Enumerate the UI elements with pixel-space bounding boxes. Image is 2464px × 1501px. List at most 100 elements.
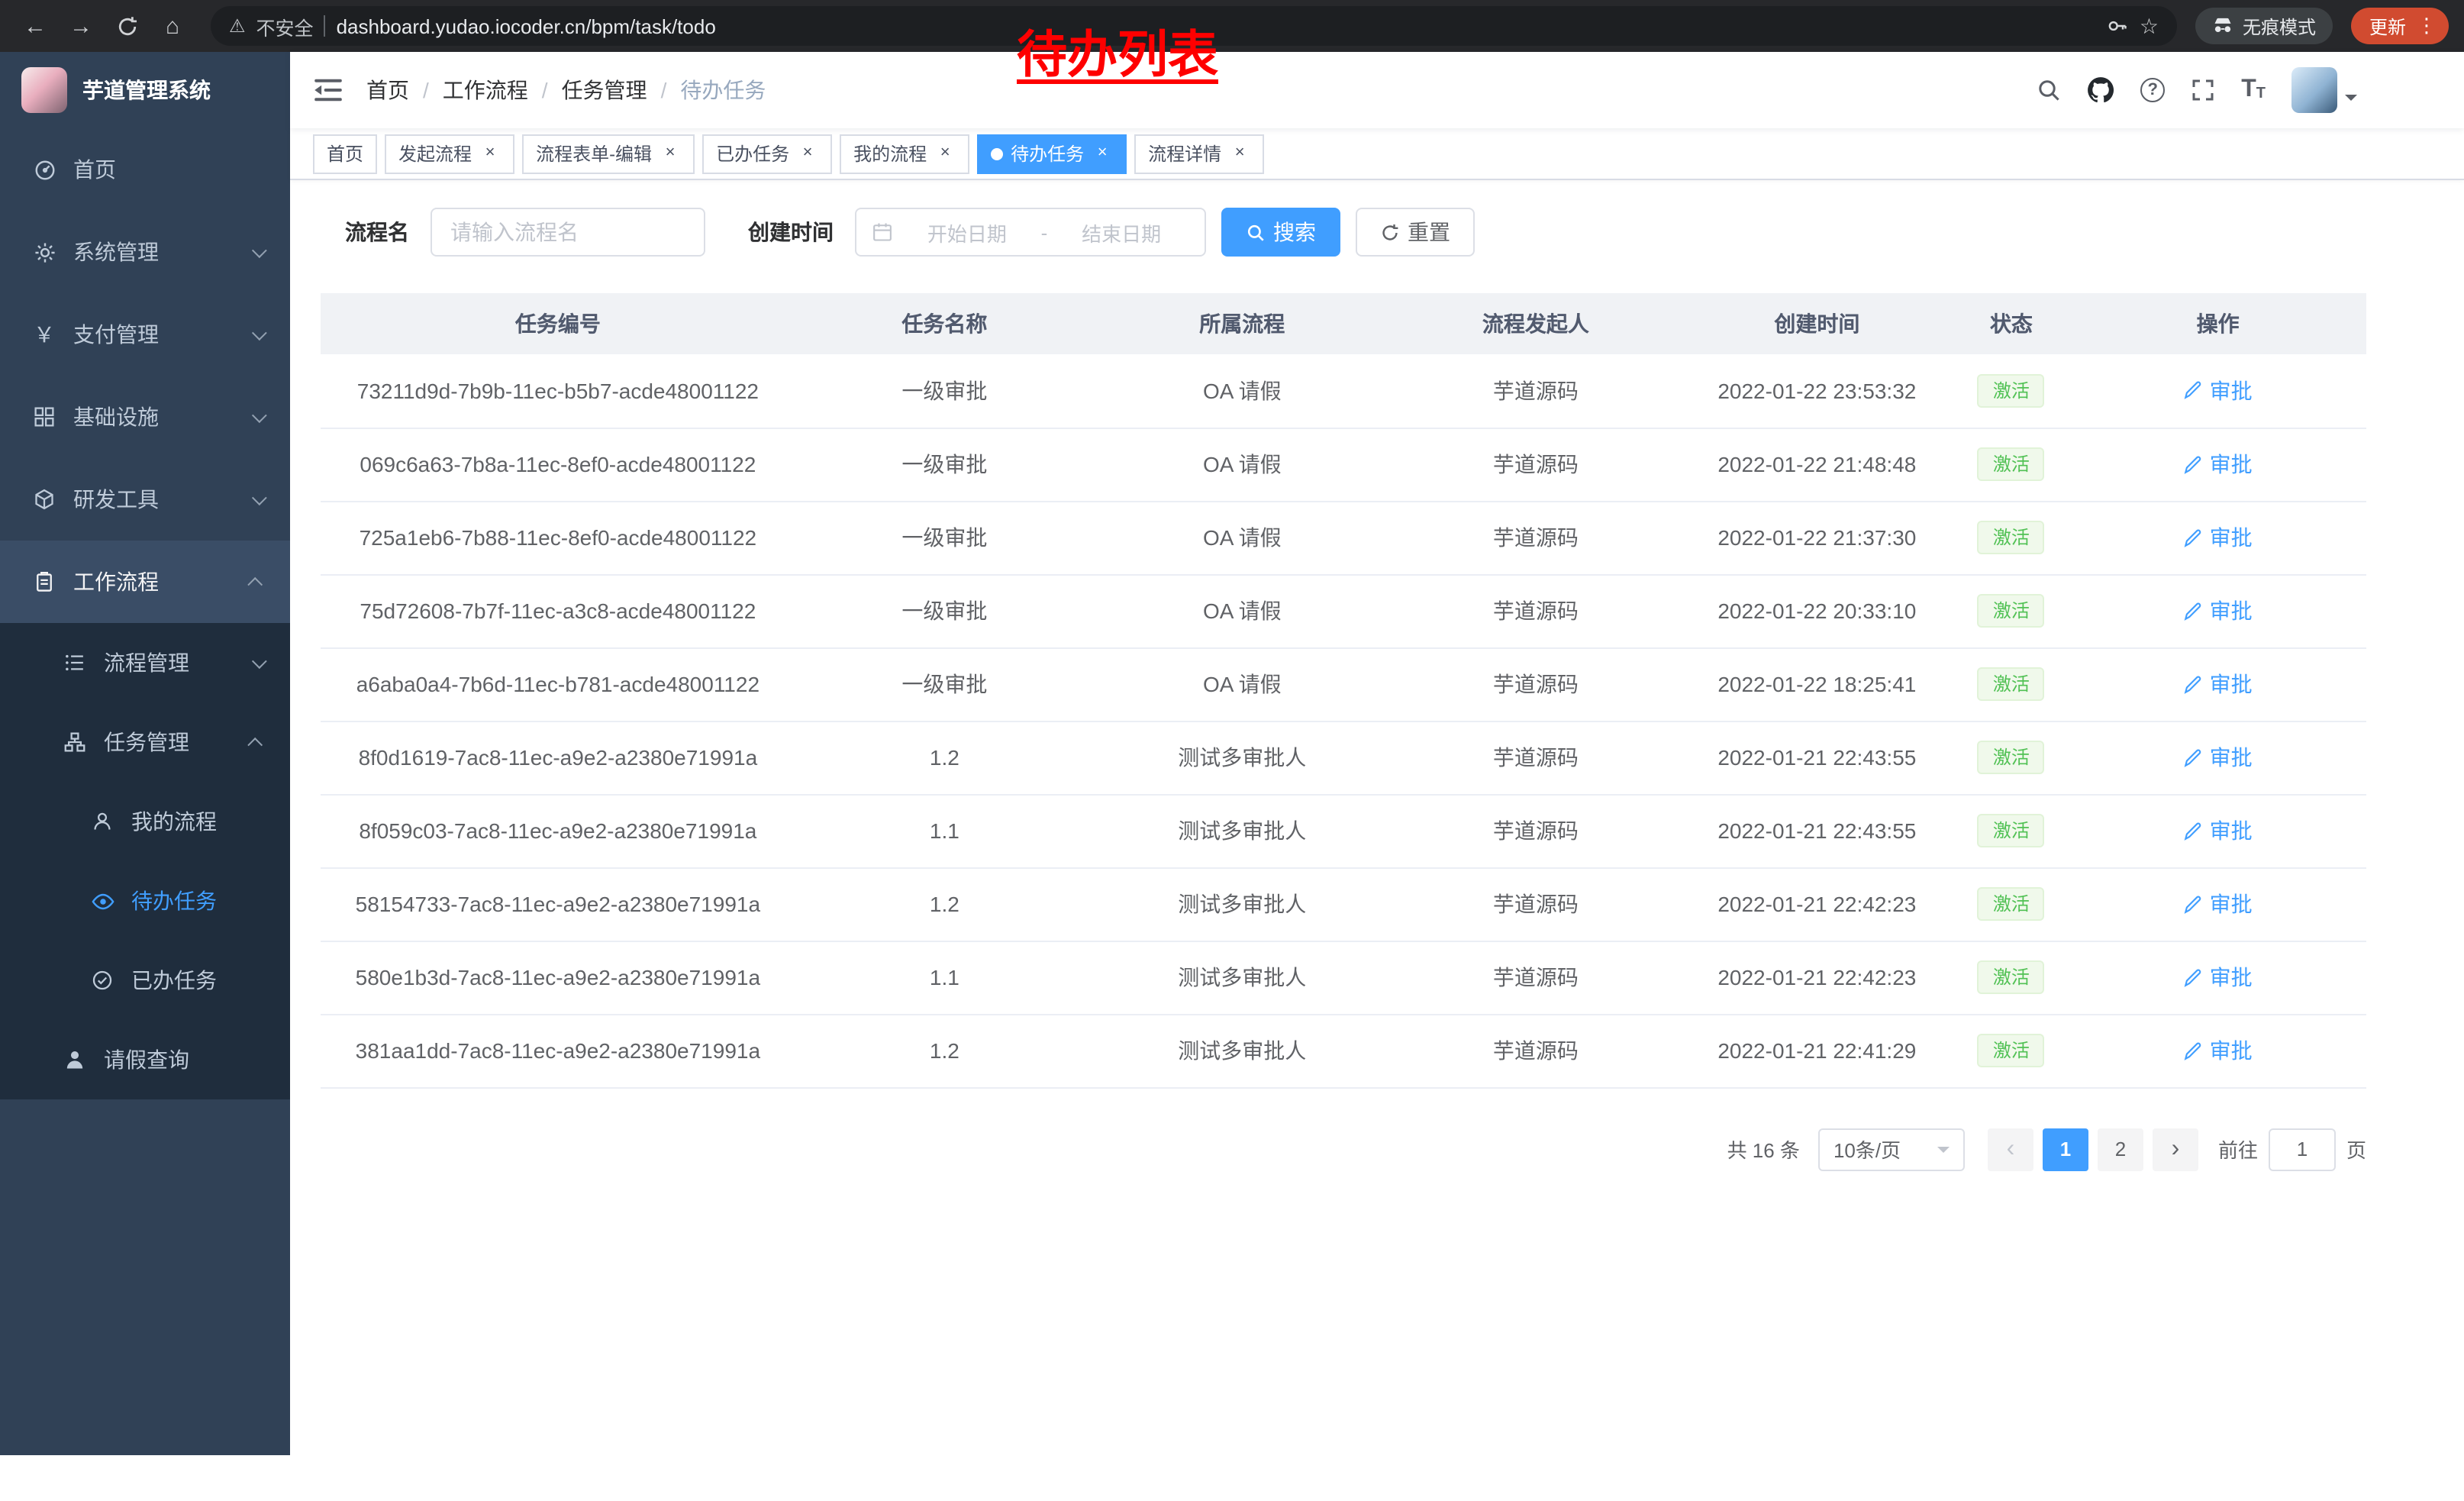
approve-button[interactable]: 审批 xyxy=(2184,449,2253,479)
sidebar-item-my-processes[interactable]: 我的流程 xyxy=(0,782,290,861)
close-icon[interactable]: × xyxy=(1092,143,1113,164)
avatar[interactable] xyxy=(2291,67,2337,113)
key-icon[interactable] xyxy=(2108,15,2129,37)
star-icon[interactable]: ☆ xyxy=(2140,13,2159,39)
sidebar-item-process-management[interactable]: 流程管理 xyxy=(0,623,290,702)
sidebar-item-infrastructure[interactable]: 基础设施 xyxy=(0,376,290,458)
grid-icon xyxy=(31,406,58,428)
approve-button[interactable]: 审批 xyxy=(2184,1035,2253,1066)
search-icon[interactable] xyxy=(2037,78,2061,102)
reset-button[interactable]: 重置 xyxy=(1356,208,1475,257)
tab-done-tasks[interactable]: 已办任务 × xyxy=(702,134,832,173)
create-time-label: 创建时间 xyxy=(748,217,834,247)
page-button-2[interactable]: 2 xyxy=(2098,1128,2143,1170)
forward-button[interactable]: → xyxy=(61,6,101,46)
sidebar-item-leave-query[interactable]: 请假查询 xyxy=(0,1020,290,1099)
menu-dots-icon[interactable]: ⋮ xyxy=(2417,14,2437,38)
breadcrumb-link-workflow[interactable]: 工作流程 xyxy=(443,75,528,105)
close-icon[interactable]: × xyxy=(1229,143,1250,164)
close-icon[interactable]: × xyxy=(479,143,501,164)
sidebar-item-home[interactable]: 首页 xyxy=(0,128,290,211)
task-name-cell: 1.2 xyxy=(795,867,1094,941)
date-range-picker[interactable]: 开始日期 - 结束日期 xyxy=(855,208,1206,257)
page-size-select[interactable]: 10条/页 xyxy=(1818,1128,1965,1170)
process-cell: 测试多审批人 xyxy=(1094,721,1391,794)
task-id-cell: 75d72608-7b7f-11ec-a3c8-acde48001122 xyxy=(321,574,795,647)
sidebar-item-label: 已办任务 xyxy=(131,965,217,996)
app-title: 芋道管理系统 xyxy=(82,75,211,105)
close-icon[interactable]: × xyxy=(797,143,818,164)
reload-button[interactable] xyxy=(107,6,147,46)
close-icon[interactable]: × xyxy=(934,143,956,164)
incognito-icon xyxy=(2212,15,2233,37)
update-button[interactable]: 更新 ⋮ xyxy=(2351,8,2449,44)
process-cell: 测试多审批人 xyxy=(1094,867,1391,941)
tab-home[interactable]: 首页 xyxy=(313,134,377,173)
font-size-icon[interactable]: TT xyxy=(2241,78,2266,102)
status-cell: 激活 xyxy=(1953,647,2070,721)
starter-cell: 芋道源码 xyxy=(1391,941,1682,1014)
close-icon[interactable]: × xyxy=(660,143,681,164)
sidebar-item-devtools[interactable]: 研发工具 xyxy=(0,458,290,541)
approve-button[interactable]: 审批 xyxy=(2184,962,2253,993)
tab-form-edit[interactable]: 流程表单-编辑 × xyxy=(522,134,695,173)
status-cell: 激活 xyxy=(1953,867,2070,941)
starter-cell: 芋道源码 xyxy=(1391,867,1682,941)
user-menu[interactable] xyxy=(2291,67,2357,113)
end-date-input[interactable]: 结束日期 xyxy=(1053,218,1189,247)
process-cell: OA 请假 xyxy=(1094,647,1391,721)
action-cell: 审批 xyxy=(2069,721,2366,794)
sidebar-item-todo-tasks[interactable]: 待办任务 xyxy=(0,861,290,941)
starter-cell: 芋道源码 xyxy=(1391,1014,1682,1087)
sidebar-item-done-tasks[interactable]: 已办任务 xyxy=(0,941,290,1020)
collapse-sidebar-button[interactable] xyxy=(314,78,342,102)
prev-page-button[interactable]: ‹ xyxy=(1988,1128,2033,1170)
sidebar-item-payment[interactable]: ￥ 支付管理 xyxy=(0,293,290,376)
home-button[interactable]: ⌂ xyxy=(153,6,192,46)
main-area: 首页 / 工作流程 / 任务管理 / 待办任务 xyxy=(290,52,2464,1455)
fullscreen-icon[interactable] xyxy=(2191,78,2215,102)
status-badge: 激活 xyxy=(1978,887,2045,921)
sidebar-item-label: 系统管理 xyxy=(73,237,159,267)
breadcrumb-separator: / xyxy=(542,78,548,102)
breadcrumb-link-task-management[interactable]: 任务管理 xyxy=(562,75,647,105)
update-label: 更新 xyxy=(2369,13,2406,39)
approve-button[interactable]: 审批 xyxy=(2184,596,2253,626)
approve-button[interactable]: 审批 xyxy=(2184,376,2253,406)
sidebar-item-task-management[interactable]: 任务管理 xyxy=(0,702,290,782)
action-cell: 审批 xyxy=(2069,428,2366,501)
tab-process-detail[interactable]: 流程详情 × xyxy=(1134,134,1264,173)
start-date-input[interactable]: 开始日期 xyxy=(899,218,1035,247)
approve-button[interactable]: 审批 xyxy=(2184,669,2253,699)
breadcrumb-link-home[interactable]: 首页 xyxy=(366,75,409,105)
page-button-1[interactable]: 1 xyxy=(2043,1128,2088,1170)
tab-start-process[interactable]: 发起流程 × xyxy=(385,134,514,173)
process-cell: 测试多审批人 xyxy=(1094,941,1391,1014)
next-page-button[interactable]: › xyxy=(2153,1128,2198,1170)
help-icon[interactable]: ? xyxy=(2140,78,2165,102)
tab-my-processes[interactable]: 我的流程 × xyxy=(840,134,969,173)
approve-button[interactable]: 审批 xyxy=(2184,522,2253,553)
approve-button[interactable]: 审批 xyxy=(2184,815,2253,846)
starter-cell: 芋道源码 xyxy=(1391,574,1682,647)
sidebar-item-workflow[interactable]: 工作流程 xyxy=(0,541,290,623)
github-icon[interactable] xyxy=(2087,76,2114,104)
status-badge: 激活 xyxy=(1978,814,2045,847)
create-time-cell: 2022-01-22 23:53:32 xyxy=(1681,354,1953,428)
sidebar-item-system[interactable]: 系统管理 xyxy=(0,211,290,293)
table-row: 8f0d1619-7ac8-11ec-a9e2-a2380e71991a 1.2… xyxy=(321,721,2366,794)
calendar-icon xyxy=(872,221,893,243)
create-time-cell: 2022-01-22 18:25:41 xyxy=(1681,647,1953,721)
action-cell: 审批 xyxy=(2069,647,2366,721)
tab-todo-tasks[interactable]: 待办任务 × xyxy=(977,134,1127,173)
process-name-input[interactable] xyxy=(431,208,705,257)
status-badge: 激活 xyxy=(1978,447,2045,481)
search-button[interactable]: 搜索 xyxy=(1221,208,1340,257)
check-circle-icon xyxy=(89,970,116,991)
incognito-badge: 无痕模式 xyxy=(2195,8,2333,44)
goto-page-input[interactable] xyxy=(2269,1128,2336,1170)
back-button[interactable]: ← xyxy=(15,6,55,46)
starter-cell: 芋道源码 xyxy=(1391,721,1682,794)
approve-button[interactable]: 审批 xyxy=(2184,889,2253,919)
approve-button[interactable]: 审批 xyxy=(2184,742,2253,773)
